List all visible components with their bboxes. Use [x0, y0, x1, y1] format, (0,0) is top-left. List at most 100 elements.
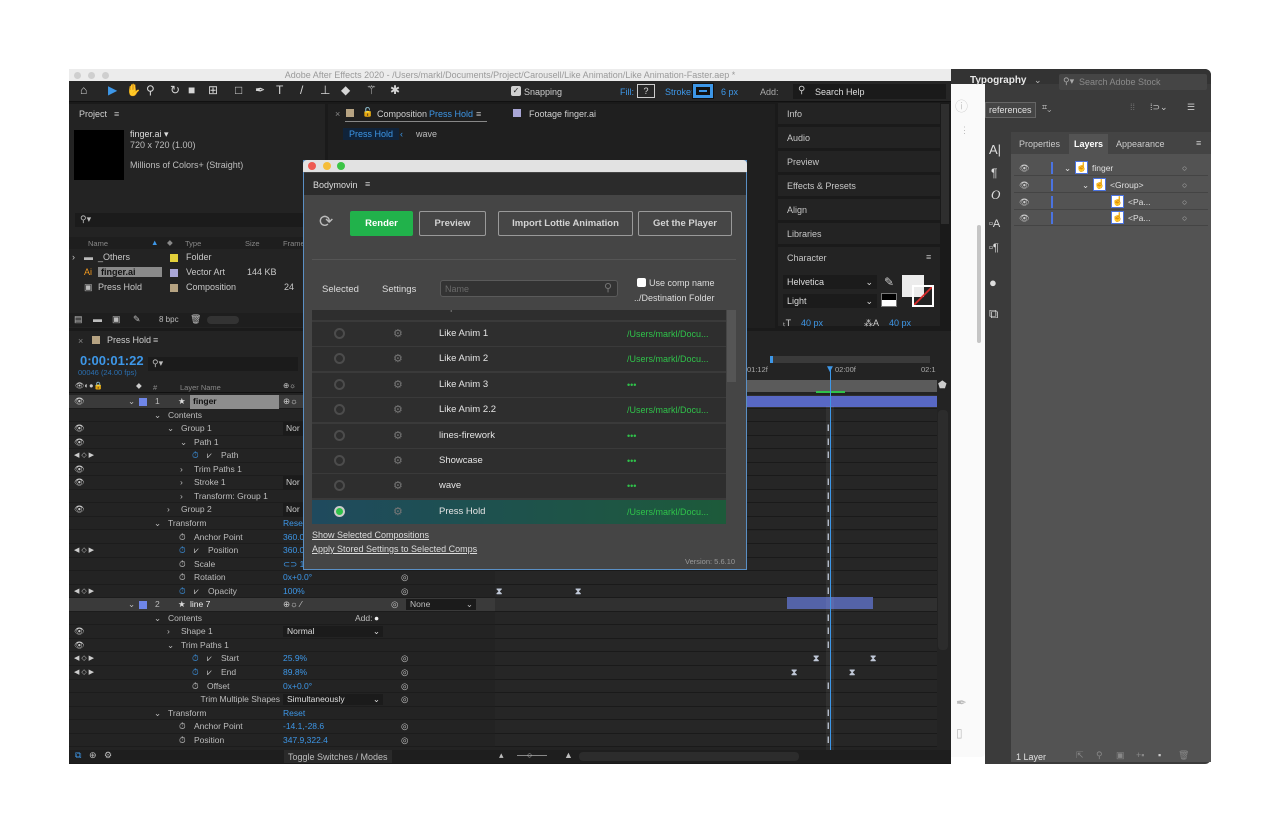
keyframe-marker[interactable]: ⧗: [813, 653, 819, 664]
new-layer-icon[interactable]: ▪: [1158, 750, 1161, 760]
preferences-button[interactable]: references: [985, 102, 1036, 118]
dialog-zoom-button[interactable]: [337, 162, 345, 170]
shy-collapse-switches[interactable]: ⊕☼ ⁄: [283, 598, 302, 612]
comp-row[interactable]: ⚙ Like Anim 2.2/Users/markl/Docu...: [312, 398, 726, 423]
zoom-slider-handle[interactable]: ○: [527, 750, 532, 760]
chevron-right-icon[interactable]: ›: [72, 252, 75, 262]
flowchart-icon[interactable]: ✎: [133, 314, 141, 325]
settings-gear-icon[interactable]: ⚙: [393, 500, 403, 524]
align-icon[interactable]: ⁞⁞: [1130, 102, 1135, 112]
artboards-icon[interactable]: ⧉: [989, 306, 998, 322]
property-value[interactable]: 360.0: [283, 531, 304, 545]
stroke-width[interactable]: 6 px: [721, 87, 738, 97]
lock-icon[interactable]: 🔓: [362, 107, 373, 118]
character-icon[interactable]: A|: [989, 142, 1001, 157]
work-area-navigator[interactable]: [770, 356, 930, 363]
stopwatch-icon[interactable]: ⏱: [179, 585, 186, 599]
panel-audio[interactable]: Audio: [778, 127, 940, 149]
visibility-eye-icon[interactable]: 👁: [1019, 194, 1030, 210]
panel-libraries[interactable]: Libraries: [778, 223, 940, 245]
visibility-eye-icon[interactable]: 👁: [74, 422, 85, 436]
property-value[interactable]: 100%: [283, 585, 305, 599]
stroke-swatch[interactable]: [692, 83, 714, 99]
comp-row[interactable]: ⚙ wave •••: [312, 474, 726, 499]
tab-appearance[interactable]: Appearance: [1111, 134, 1170, 154]
search-help-field[interactable]: ⚲ Search Help: [793, 84, 946, 99]
puppet-tool-icon[interactable]: ✱: [390, 83, 400, 97]
stopwatch-icon[interactable]: ⏱: [179, 544, 186, 558]
panel-menu-icon[interactable]: ≡: [114, 109, 119, 119]
visibility-eye-icon[interactable]: 👁: [74, 436, 85, 450]
layer-bar-finger[interactable]: [747, 396, 937, 407]
col-frame[interactable]: Frame: [283, 239, 305, 248]
font-family-dropdown[interactable]: Helvetica ⌄: [783, 275, 877, 289]
item-name[interactable]: finger.ai ▾: [130, 129, 169, 140]
stopwatch-icon[interactable]: ⏱: [179, 734, 186, 748]
property-row[interactable]: Trim Multiple Shapes Simultaneously ⌄ ◎: [69, 693, 937, 707]
expression-pickwhip-icon[interactable]: ◎: [401, 585, 408, 599]
rotate-tool-icon[interactable]: ↻: [170, 83, 180, 97]
opentype-icon[interactable]: O: [991, 187, 1000, 203]
strip-scrollbar[interactable]: [977, 225, 981, 343]
label-color[interactable]: [170, 269, 178, 277]
tab-layers[interactable]: Layers: [1069, 134, 1109, 154]
project-search-input[interactable]: ⚲▾: [75, 213, 303, 227]
stopwatch-icon[interactable]: ⏱: [192, 680, 199, 694]
rectangle-tool-icon[interactable]: □: [235, 83, 242, 97]
visibility-eye-icon[interactable]: 👁: [74, 503, 85, 517]
dialog-minimize-button[interactable]: [323, 162, 331, 170]
property-value[interactable]: 347.9,322.4: [283, 734, 328, 748]
comp-flowchart-icon[interactable]: ⧉: [75, 750, 81, 761]
zoom-in-icon[interactable]: ▲: [564, 750, 573, 760]
graph-icon[interactable]: ⩗: [207, 666, 212, 680]
property-value[interactable]: Reset: [283, 517, 305, 531]
chevron-down-icon[interactable]: ⌄: [128, 395, 135, 409]
character-menu-icon[interactable]: ≡: [926, 252, 931, 262]
keyframe-navigator[interactable]: ◀ ◇ ▶: [74, 449, 94, 463]
panel-preview[interactable]: Preview: [778, 151, 940, 173]
playhead-handle-icon[interactable]: ▼: [825, 364, 835, 375]
zoom-tool-icon[interactable]: ⚲: [146, 83, 155, 97]
settings-gear-icon[interactable]: ⚙: [393, 322, 403, 346]
property-row[interactable]: ⏱ Offset 0x+0.0° ◎: [69, 679, 937, 694]
destination-path[interactable]: /Users/markl/Docu...: [627, 500, 709, 524]
new-folder-icon[interactable]: ▬: [93, 314, 102, 324]
panel-menu-icon[interactable]: ≡: [1196, 138, 1201, 148]
stopwatch-icon[interactable]: ⏱: [192, 652, 199, 666]
work-area-end-icon[interactable]: ⬟: [938, 380, 947, 391]
show-selected-link[interactable]: Show Selected Compositions: [312, 530, 429, 540]
locate-object-icon[interactable]: ⚲: [1096, 750, 1103, 761]
arrange-icon[interactable]: ⁞⊃⌄: [1150, 102, 1168, 113]
stopwatch-icon[interactable]: ⏱: [179, 571, 186, 585]
chevron-down-icon[interactable]: ⌄: [1034, 75, 1042, 86]
settings-gear-icon[interactable]: ⚙: [393, 474, 403, 498]
transform-icon[interactable]: ⌗⌄: [1042, 102, 1051, 113]
keyframe-marker[interactable]: ⧗: [791, 667, 797, 678]
property-row[interactable]: 👁 ⌄ Trim Paths 1: [69, 638, 937, 653]
graph-icon[interactable]: ⩗: [194, 544, 199, 558]
eraser-tool-icon[interactable]: ◆: [341, 83, 350, 97]
chevron-down-icon[interactable]: ⌄: [128, 598, 135, 612]
col-name[interactable]: Name: [88, 239, 108, 248]
keyframe-marker[interactable]: ⧗: [575, 586, 581, 597]
font-size-value[interactable]: 40 px: [801, 318, 823, 328]
layer-item[interactable]: 👁 ☝ <Pa... ○: [1014, 210, 1208, 227]
layer-item[interactable]: 👁 ☝ <Pa... ○: [1014, 194, 1208, 210]
property-value[interactable]: Nor: [283, 503, 303, 517]
chevron-right-icon[interactable]: ›: [180, 463, 183, 477]
new-composition-icon[interactable]: ▣: [112, 314, 121, 325]
thumbnail-slider[interactable]: [207, 316, 239, 324]
current-time[interactable]: 0:00:01:22: [80, 353, 144, 368]
expression-pickwhip-icon[interactable]: ◎: [401, 571, 408, 585]
sort-ascending-icon[interactable]: ▲: [151, 238, 158, 247]
layer-row[interactable]: ⌄ 2 ★ line 7 ⊕☼ ⁄ ◎ None ⌄: [69, 598, 937, 612]
hand-tool-icon[interactable]: ✋: [126, 83, 141, 97]
home-icon[interactable]: ⌂: [80, 83, 87, 97]
list-icon[interactable]: ☰: [1187, 102, 1195, 113]
property-row[interactable]: ⏱ Anchor Point -14.1,-28.6 ◎: [69, 720, 937, 734]
right-panels-scrollbar[interactable]: [941, 104, 949, 224]
property-row[interactable]: ◀ ◇ ▶ ⏱ ⩗ Opacity 100% ◎: [69, 584, 937, 599]
comp-row[interactable]: ⚙ Like Anim 1/Users/markl/Docu...: [312, 322, 726, 346]
layer-item[interactable]: 👁 ⌄ ☝ finger ○: [1014, 160, 1208, 176]
font-style-dropdown[interactable]: Light ⌄: [783, 294, 877, 308]
